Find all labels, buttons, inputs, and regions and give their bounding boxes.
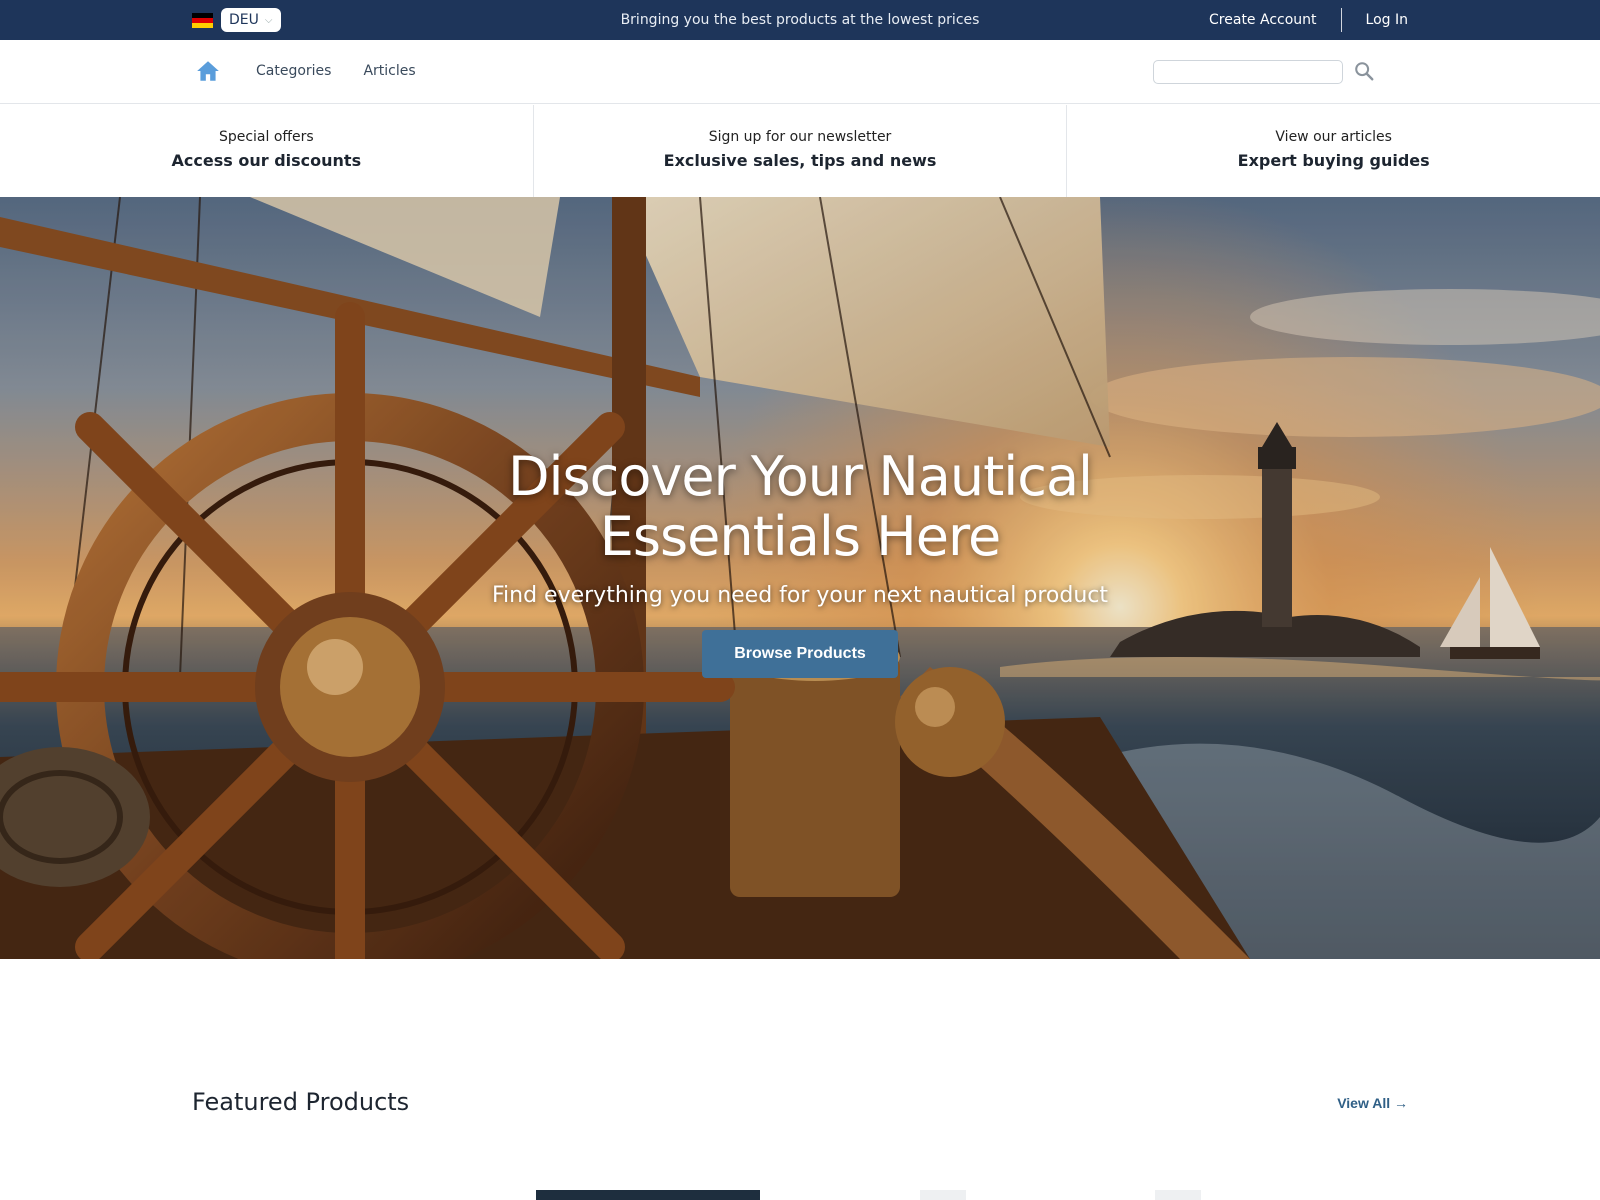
product-card[interactable]	[536, 1190, 760, 1200]
create-account-link[interactable]: Create Account	[1209, 12, 1317, 28]
promo-strip: Special offers Access our discounts Sign…	[0, 105, 1600, 197]
product-card[interactable]	[920, 1190, 966, 1200]
promo-line2: Expert buying guides	[1237, 151, 1430, 170]
product-card[interactable]	[1155, 1190, 1201, 1200]
nav-link-articles[interactable]: Articles	[363, 63, 415, 79]
promo-newsletter[interactable]: Sign up for our newsletter Exclusive sal…	[534, 105, 1068, 197]
promo-line1: Special offers	[218, 129, 314, 145]
featured-products-heading: Featured Products	[192, 1088, 410, 1116]
hero-banner: Discover Your Nautical Essentials Here F…	[0, 197, 1600, 959]
top-bar: DEU ⌵ Bringing you the best products at …	[0, 0, 1600, 40]
promo-special-offers[interactable]: Special offers Access our discounts	[0, 105, 534, 197]
search-icon[interactable]	[1353, 60, 1375, 82]
view-all-link[interactable]: View All →	[1337, 1095, 1408, 1111]
promo-line2: Exclusive sales, tips and news	[663, 151, 937, 170]
promo-line1: View our articles	[1275, 129, 1392, 145]
browse-products-button[interactable]: Browse Products	[702, 630, 898, 678]
account-links: Create Account Log In	[1209, 8, 1408, 32]
log-in-link[interactable]: Log In	[1366, 12, 1408, 28]
main-nav: Categories Articles	[0, 40, 1600, 104]
hero-content: Discover Your Nautical Essentials Here F…	[0, 447, 1600, 678]
nav-link-categories[interactable]: Categories	[256, 63, 331, 79]
promo-line1: Sign up for our newsletter	[708, 129, 892, 145]
promo-line2: Access our discounts	[171, 151, 362, 170]
promo-articles[interactable]: View our articles Expert buying guides	[1067, 105, 1600, 197]
search-input[interactable]	[1153, 60, 1343, 84]
hero-title: Discover Your Nautical Essentials Here	[0, 447, 1600, 567]
hero-subtitle: Find everything you need for your next n…	[491, 583, 1109, 608]
hero-title-text: Discover Your Nautical Essentials Here	[507, 445, 1093, 568]
divider	[1340, 8, 1342, 32]
home-icon[interactable]	[195, 58, 221, 84]
nav-links: Categories Articles	[256, 63, 416, 79]
